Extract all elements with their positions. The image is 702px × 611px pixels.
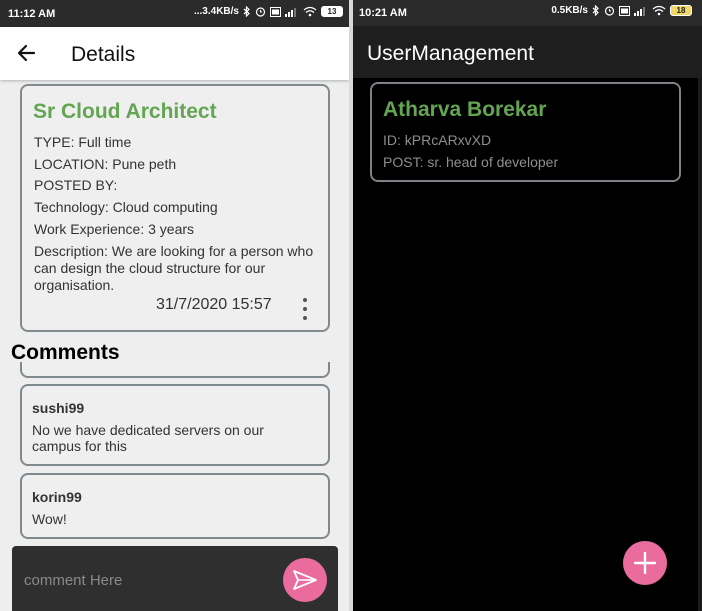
job-description: Description: We are looking for a person… <box>34 243 314 293</box>
details-screen: 11:12 AM ...3.4KB/s 13 Details Sr Cloud … <box>0 0 349 611</box>
bluetooth-icon <box>243 6 251 17</box>
comment-user: sushi99 <box>32 400 85 416</box>
comment-text: No we have dedicated servers on our camp… <box>32 422 264 454</box>
comment-input[interactable] <box>24 570 264 590</box>
app-bar: UserManagement <box>353 26 702 78</box>
back-button[interactable] <box>14 40 40 66</box>
signal-icon <box>285 7 299 17</box>
network-speed: ...3.4KB/s <box>193 6 239 17</box>
more-vert-icon[interactable] <box>300 298 310 320</box>
job-technology: Technology: Cloud computing <box>34 199 218 215</box>
page-title: Details <box>71 43 136 66</box>
wifi-icon <box>303 6 317 17</box>
network-speed: 0.5KB/s <box>551 5 588 16</box>
comment-card: sushi99 No we have dedicated servers on … <box>20 384 330 466</box>
app-bar: Details <box>0 27 349 80</box>
job-type: TYPE: Full time <box>34 134 132 150</box>
arrow-left-icon <box>17 44 36 62</box>
status-time: 10:21 AM <box>359 7 407 19</box>
job-location: LOCATION: Pune peth <box>34 156 177 172</box>
user-name: Atharva Borekar <box>383 98 547 121</box>
scroll-edge <box>698 78 702 611</box>
battery-icon: 13 <box>321 6 343 17</box>
alarm-icon <box>255 6 266 17</box>
comment-text: Wow! <box>32 511 67 527</box>
status-bar: 10:21 AM 0.5KB/s 18 <box>353 0 702 26</box>
status-icons: ...3.4KB/s 13 <box>194 6 343 17</box>
plus-icon <box>633 551 657 575</box>
job-date: 31/7/2020 15:57 <box>156 296 272 313</box>
battery-icon: 18 <box>670 5 692 16</box>
comment-user: korin99 <box>32 489 82 505</box>
job-title: Sr Cloud Architect <box>33 100 217 123</box>
volte-icon <box>270 6 281 17</box>
status-bar: 11:12 AM ...3.4KB/s 13 <box>0 0 349 27</box>
screenshot-root: 11:12 AM ...3.4KB/s 13 Details Sr Cloud … <box>0 0 702 611</box>
add-user-button[interactable] <box>623 541 667 585</box>
user-post: POST: sr. head of developer <box>383 154 559 170</box>
send-button[interactable] <box>283 558 327 602</box>
alarm-icon <box>604 5 615 16</box>
volte-icon <box>619 5 630 16</box>
signal-icon <box>634 6 648 16</box>
comment-bar <box>12 546 338 611</box>
comment-card: korin99 Wow! <box>20 473 330 539</box>
comment-card-partial <box>20 362 330 378</box>
user-card[interactable]: Atharva Borekar ID: kPRcARxvXD POST: sr.… <box>370 82 681 182</box>
job-experience: Work Experience: 3 years <box>34 221 195 237</box>
status-time: 11:12 AM <box>8 8 56 20</box>
page-title: UserManagement <box>367 42 534 65</box>
job-posted-by: POSTED BY: <box>34 177 118 193</box>
bluetooth-icon <box>592 5 600 16</box>
user-management-screen: 10:21 AM 0.5KB/s 18 UserManagement Athar… <box>353 0 702 611</box>
job-card: Sr Cloud Architect TYPE: Full time LOCAT… <box>20 84 330 332</box>
send-icon <box>293 570 317 590</box>
wifi-icon <box>652 5 666 16</box>
user-id: ID: kPRcARxvXD <box>383 132 492 148</box>
status-icons: 0.5KB/s 18 <box>551 5 692 16</box>
